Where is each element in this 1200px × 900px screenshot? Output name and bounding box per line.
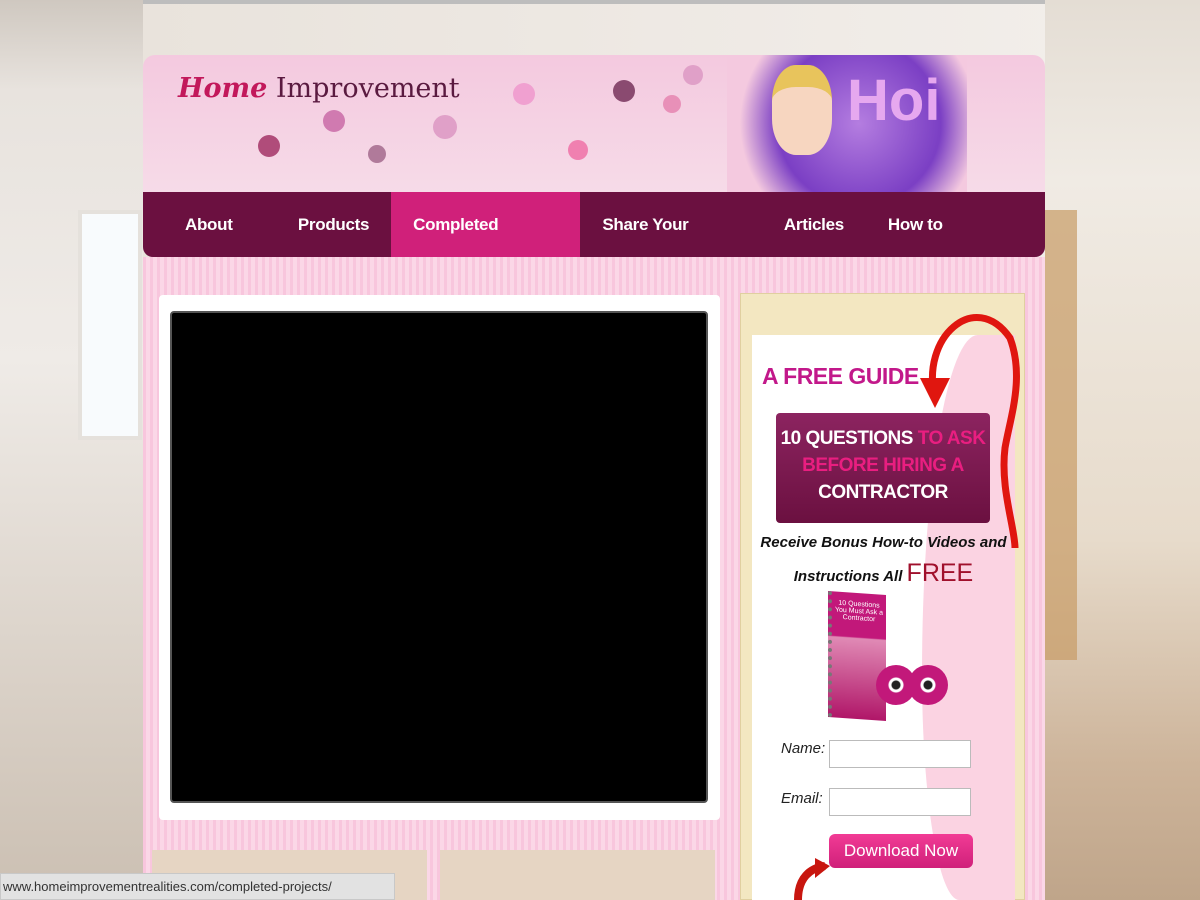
optin-title: A FREE GUIDE bbox=[762, 363, 919, 389]
decor-dot bbox=[323, 110, 345, 132]
nav-articles[interactable]: Articles bbox=[762, 192, 866, 257]
nav-products[interactable]: Products bbox=[276, 192, 391, 257]
name-input[interactable] bbox=[829, 740, 971, 768]
woman-illustration bbox=[772, 65, 832, 155]
site-logo[interactable]: Home Improvement bbox=[178, 73, 460, 104]
project-card[interactable] bbox=[440, 850, 715, 900]
decor-dot bbox=[683, 65, 703, 85]
guide-headline-part: 10 QUESTIONS bbox=[780, 428, 918, 449]
name-label: Name: bbox=[781, 740, 826, 757]
nav-completed-projects[interactable]: Completed Projects bbox=[391, 192, 581, 299]
background-room-left bbox=[0, 0, 143, 900]
site-header: Home Improvement Hoi bbox=[143, 55, 1045, 192]
background-window bbox=[78, 210, 142, 440]
download-now-button[interactable]: Download Now bbox=[829, 834, 973, 868]
decor-dot bbox=[368, 145, 386, 163]
decor-dot bbox=[663, 95, 681, 113]
email-label: Email: bbox=[781, 790, 823, 807]
background-shelf bbox=[1045, 210, 1077, 660]
nav-how-to-resources[interactable]: How to Resources bbox=[866, 192, 1045, 299]
nav-about-us[interactable]: About Us bbox=[163, 192, 276, 299]
email-input[interactable] bbox=[829, 788, 971, 816]
browser-top-edge bbox=[0, 0, 1200, 4]
decor-dot bbox=[433, 115, 457, 139]
nav-share-your-project[interactable]: Share Your Project bbox=[580, 192, 762, 299]
banner-text: Hoi bbox=[847, 68, 941, 133]
status-bar-url: www.homeimprovementrealities.com/complet… bbox=[0, 873, 395, 900]
dvd-disc-icon bbox=[908, 665, 948, 705]
free-label: FREE bbox=[906, 559, 974, 587]
red-arrow-icon bbox=[794, 858, 830, 900]
logo-brand: Home bbox=[178, 73, 268, 104]
video-player[interactable] bbox=[170, 311, 708, 803]
red-arrow-icon bbox=[920, 314, 1020, 549]
decor-dot bbox=[513, 83, 535, 105]
decor-dot bbox=[258, 135, 280, 157]
decor-dot bbox=[613, 80, 635, 102]
decor-dot bbox=[568, 140, 588, 160]
guide-book-image: 10 Questions You Must Ask a Contractor bbox=[828, 590, 886, 722]
bonus-line: Instructions All bbox=[793, 568, 907, 585]
logo-text: Improvement bbox=[275, 73, 460, 104]
main-nav: About Us Products Completed Projects Sha… bbox=[143, 192, 1045, 299]
banner-illustration: Hoi bbox=[727, 55, 967, 192]
